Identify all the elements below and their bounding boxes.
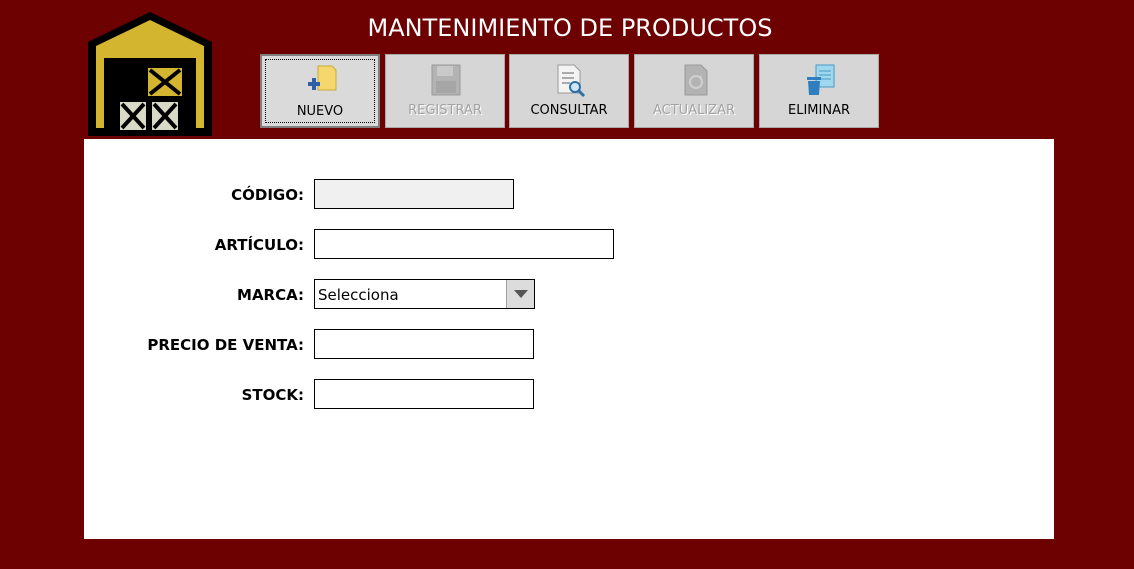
stock-row: STOCK: xyxy=(84,379,304,409)
actualizar-label: ACTUALIZAR xyxy=(653,103,735,118)
articulo-row: ARTÍCULO: xyxy=(84,229,304,259)
actualizar-button[interactable]: ACTUALIZAR xyxy=(634,54,754,128)
eliminar-label: ELIMINAR xyxy=(788,103,850,118)
articulo-field[interactable] xyxy=(314,229,614,259)
nuevo-label: NUEVO xyxy=(296,104,344,119)
registrar-label: REGISTRAR xyxy=(408,103,482,118)
warehouse-logo-icon xyxy=(84,10,216,138)
form-panel: CÓDIGO: ARTÍCULO: MARCA: Selecciona PREC… xyxy=(84,139,1054,539)
consultar-button[interactable]: CONSULTAR xyxy=(509,54,629,128)
page-title: MANTENIMIENTO DE PRODUCTOS xyxy=(367,14,773,42)
search-document-icon xyxy=(554,63,586,98)
marca-selected-value: Selecciona xyxy=(318,286,399,304)
trash-icon xyxy=(804,63,836,97)
stock-label: STOCK: xyxy=(241,386,304,404)
new-document-icon xyxy=(306,64,338,98)
registrar-button[interactable]: REGISTRAR xyxy=(385,54,505,128)
marca-select[interactable]: Selecciona xyxy=(314,279,535,309)
precio-field[interactable] xyxy=(314,329,534,359)
marca-label: MARCA: xyxy=(237,286,304,304)
nuevo-button[interactable]: NUEVO xyxy=(260,54,380,128)
precio-label: PRECIO DE VENTA: xyxy=(147,336,304,354)
stock-field[interactable] xyxy=(314,379,534,409)
codigo-label: CÓDIGO: xyxy=(231,186,304,204)
marca-row: MARCA: xyxy=(84,279,304,309)
codigo-field[interactable] xyxy=(314,179,514,209)
eliminar-button[interactable]: ELIMINAR xyxy=(759,54,879,128)
save-disk-icon xyxy=(430,63,462,97)
codigo-row: CÓDIGO: xyxy=(84,179,304,209)
update-icon xyxy=(679,63,711,97)
chevron-down-icon[interactable] xyxy=(506,280,534,308)
articulo-label: ARTÍCULO: xyxy=(214,236,304,254)
precio-row: PRECIO DE VENTA: xyxy=(84,329,304,359)
consultar-label: CONSULTAR xyxy=(530,103,608,118)
